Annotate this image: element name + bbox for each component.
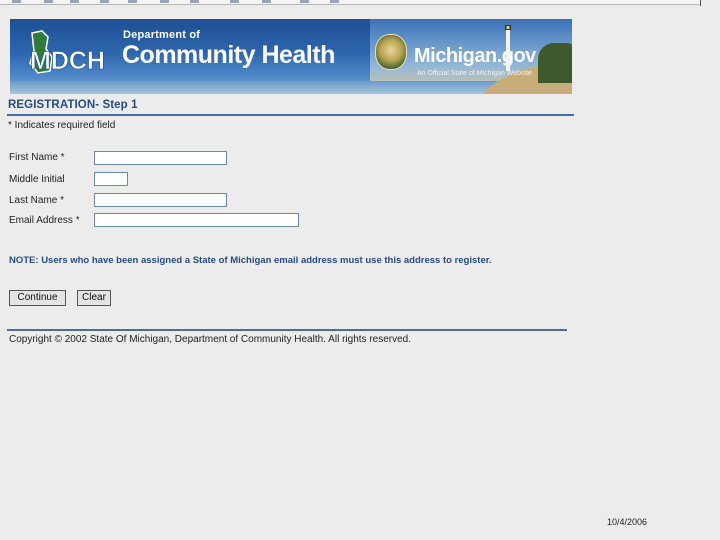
clear-button[interactable]: Clear [77, 290, 111, 306]
slide-date: 10/4/2006 [607, 517, 648, 527]
header-banner: MDCH Department of Community Health Mich… [10, 19, 572, 94]
required-field-note: * Indicates required field [8, 120, 116, 131]
middle-initial-label: Middle Initial [9, 174, 65, 185]
michigan-gov-logo[interactable]: Michigan.gov [414, 45, 536, 68]
copyright-text: Copyright © 2002 State Of Michigan, Depa… [9, 334, 411, 345]
page-title: REGISTRATION- Step 1 [8, 99, 138, 111]
window-edge [700, 0, 701, 6]
banner-trees [538, 43, 572, 83]
footer-divider [7, 329, 567, 331]
last-name-field[interactable] [94, 193, 227, 207]
middle-initial-field[interactable] [94, 172, 128, 186]
last-name-label: Last Name * [9, 195, 65, 206]
mdch-logo-text: MDCH [30, 47, 105, 75]
first-name-field[interactable] [94, 151, 227, 165]
lighthouse-icon [505, 25, 511, 71]
first-name-label: First Name * [9, 152, 65, 163]
banner-dept-small: Department of [123, 29, 201, 41]
email-address-field[interactable] [94, 213, 299, 227]
browser-toolbar-strip [0, 0, 700, 5]
banner-dept-title: Community Health [122, 41, 335, 69]
mdch-logo[interactable]: MDCH [24, 27, 124, 77]
email-address-label: Email Address * [9, 215, 80, 226]
michigan-gov-tagline: An Official State of Michigan Website [417, 70, 532, 77]
continue-button[interactable]: Continue [9, 290, 66, 306]
state-seal-icon [375, 34, 407, 70]
email-note: NOTE: Users who have been assigned a Sta… [9, 255, 492, 266]
heading-divider [7, 114, 574, 116]
